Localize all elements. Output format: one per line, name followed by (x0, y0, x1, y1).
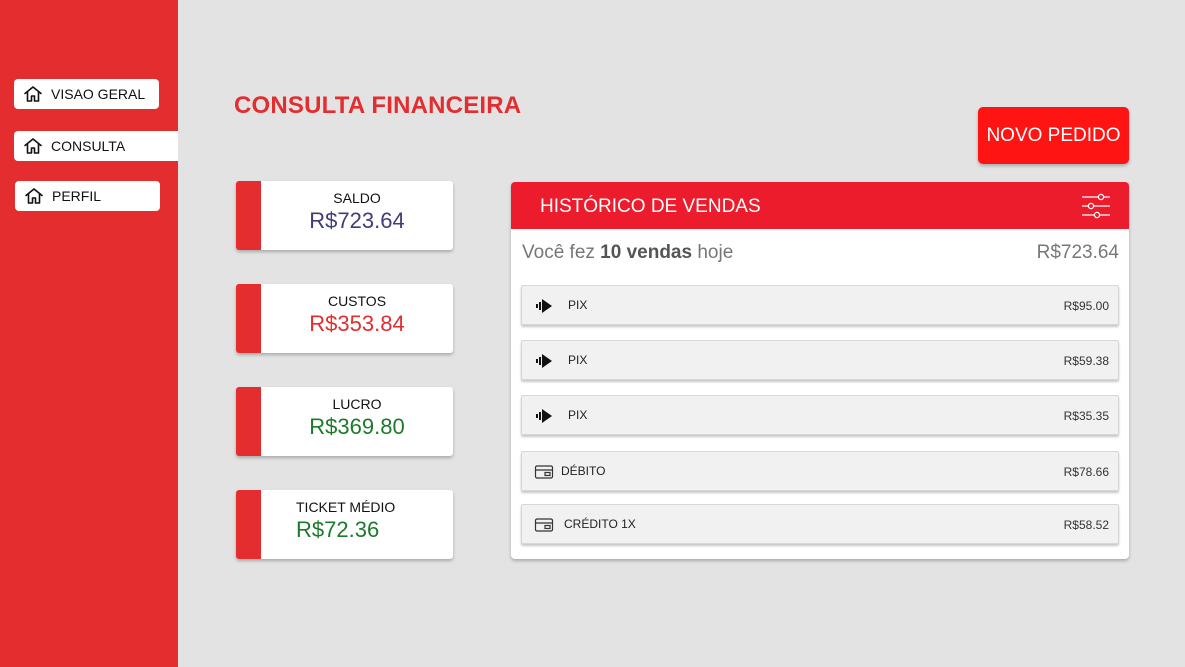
transaction-row[interactable]: DÉBITO R$78.66 (521, 451, 1119, 491)
sidebar-item-label: CONSULTA (51, 138, 126, 154)
page-title-light: CONSULTA (234, 92, 372, 119)
sidebar-item-perfil[interactable]: PERFIL (15, 181, 160, 211)
sales-history-header: HISTÓRICO DE VENDAS (511, 182, 1129, 229)
stat-label: LUCRO (332, 396, 382, 412)
sidebar-item-label: PERFIL (52, 188, 102, 204)
sidebar-item-label: VISAO GERAL (51, 86, 146, 102)
transaction-amount: R$35.35 (1063, 409, 1109, 423)
transaction-amount: R$78.66 (1063, 465, 1109, 479)
summary-suffix: hoje (692, 242, 734, 263)
sidebar: VISAO GERAL CONSULTA PERFIL (0, 0, 178, 667)
transaction-amount: R$59.38 (1063, 354, 1109, 368)
stat-label: TICKET MÉDIO (296, 499, 396, 515)
stat-card-custos: CUSTOS R$353.84 (236, 284, 453, 353)
sidebar-item-visao-geral[interactable]: VISAO GERAL (14, 79, 159, 109)
transaction-method: PIX (568, 408, 588, 422)
transaction-row[interactable]: CRÉDITO 1X R$58.52 (521, 504, 1119, 544)
page-title: CONSULTA FINANCEIRA (234, 92, 521, 120)
stat-label: CUSTOS (327, 293, 387, 309)
stat-value: R$72.36 (296, 517, 380, 542)
transaction-method: DÉBITO (561, 464, 606, 478)
card-stripe (236, 284, 261, 353)
sidebar-item-consulta[interactable]: CONSULTA (14, 131, 178, 161)
pix-icon (534, 351, 554, 371)
pix-icon (534, 296, 554, 316)
new-order-button[interactable]: NOVO PEDIDO (978, 107, 1129, 164)
pix-icon (534, 406, 554, 426)
transaction-row[interactable]: PIX R$59.38 (521, 340, 1119, 380)
transaction-amount: R$58.52 (1063, 518, 1109, 532)
transaction-amount: R$95.00 (1063, 299, 1109, 313)
transaction-method: PIX (568, 298, 588, 312)
stat-card-saldo: SALDO R$723.64 (236, 181, 453, 250)
stat-label: SALDO (333, 190, 381, 206)
home-icon (24, 186, 44, 206)
transaction-row[interactable]: PIX R$95.00 (521, 285, 1119, 325)
sales-total: R$723.64 (1036, 242, 1119, 263)
card-stripe (236, 387, 261, 456)
card-icon (534, 515, 554, 535)
stat-value: R$369.80 (309, 414, 405, 439)
sales-summary: Você fez 10 vendas hoje (522, 242, 733, 264)
sliders-icon[interactable] (1081, 192, 1111, 220)
page-title-bold: FINANCEIRA (371, 92, 522, 119)
stat-value: R$353.84 (309, 311, 405, 336)
transaction-method: PIX (568, 353, 588, 367)
transaction-row[interactable]: PIX R$35.35 (521, 395, 1119, 435)
card-stripe (236, 181, 261, 250)
home-icon (23, 84, 43, 104)
summary-prefix: Você fez (522, 242, 601, 263)
card-stripe (236, 490, 261, 559)
transaction-method: CRÉDITO 1X (564, 517, 636, 531)
card-icon (534, 462, 554, 482)
home-icon (23, 136, 43, 156)
sales-history-panel: HISTÓRICO DE VENDAS Você fez 10 vendas h… (511, 182, 1129, 559)
stat-card-ticket-medio: TICKET MÉDIO R$72.36 (236, 490, 453, 559)
stat-value: R$723.64 (309, 208, 405, 233)
summary-count: 10 vendas (600, 242, 693, 263)
sales-history-title: HISTÓRICO DE VENDAS (540, 196, 761, 217)
stat-card-lucro: LUCRO R$369.80 (236, 387, 453, 456)
